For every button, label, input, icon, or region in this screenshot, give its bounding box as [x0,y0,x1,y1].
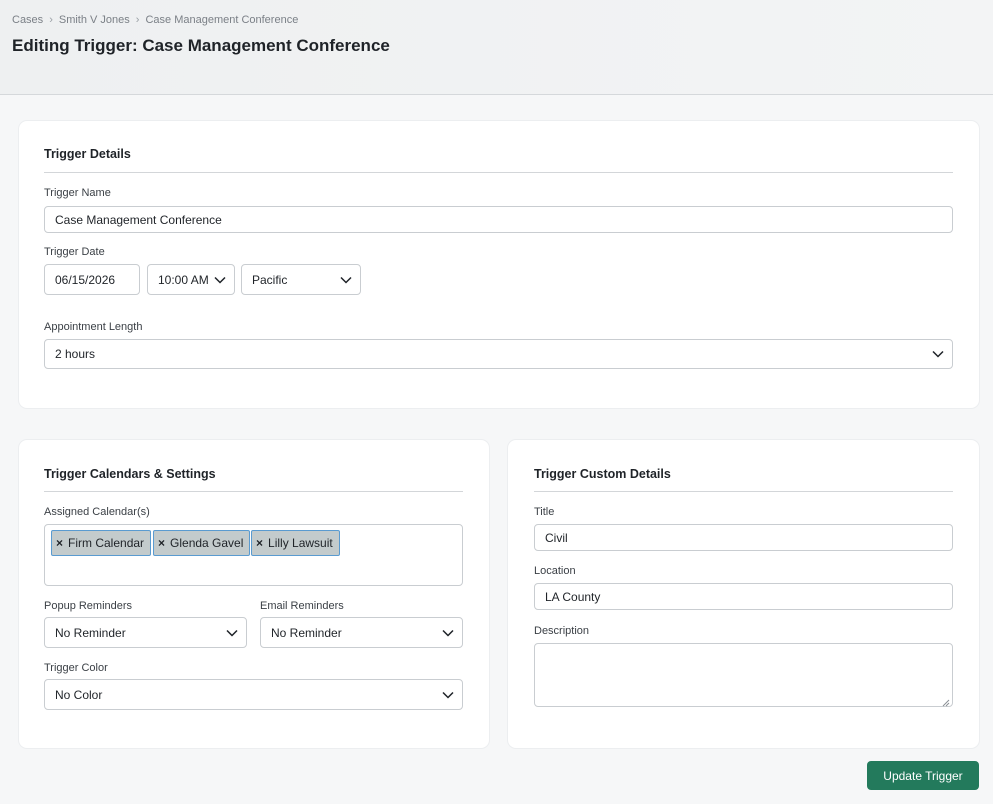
breadcrumb-item-current: Case Management Conference [145,14,299,26]
description-label: Description [534,625,590,637]
trigger-date-input[interactable]: 06/15/2026 [44,264,140,295]
trigger-name-label: Trigger Name [44,187,111,199]
close-icon[interactable]: × [256,536,263,550]
location-value: LA County [545,589,601,604]
page-header: Cases › Smith V Jones › Case Management … [0,0,993,95]
breadcrumb-separator: › [49,14,53,26]
card-title: Trigger Calendars & Settings [44,467,216,481]
trigger-details-card: Trigger Details Trigger Name Case Manage… [19,121,979,408]
trigger-time-value: 10:00 AM [158,272,209,287]
page-title: Editing Trigger: Case Management Confere… [12,36,390,55]
description-textarea[interactable] [534,643,953,707]
title-label: Title [534,506,555,518]
calendar-tag: × Lilly Lawsuit [251,530,340,556]
chevron-down-icon [224,618,240,647]
update-trigger-button[interactable]: Update Trigger [867,761,979,790]
breadcrumb: Cases › Smith V Jones › Case Management … [12,14,298,26]
assigned-calendars-label: Assigned Calendar(s) [44,506,150,518]
calendar-tag-label: Glenda Gavel [170,536,244,550]
resize-handle-icon[interactable] [942,696,950,707]
trigger-date-value: 06/15/2026 [55,272,116,287]
close-icon[interactable]: × [56,536,63,550]
trigger-name-input[interactable]: Case Management Conference [44,206,953,233]
title-input[interactable]: Civil [534,524,953,551]
custom-details-card: Trigger Custom Details Title Civil Locat… [508,440,979,748]
divider [44,491,463,492]
chevron-down-icon [930,340,946,368]
calendar-tag-label: Firm Calendar [68,536,145,550]
trigger-color-select[interactable]: No Color [44,679,463,710]
popup-reminders-select[interactable]: No Reminder [44,617,247,648]
close-icon[interactable]: × [158,536,165,550]
chevron-down-icon [440,618,456,647]
divider [534,491,953,492]
breadcrumb-item-cases[interactable]: Cases [12,14,43,26]
trigger-timezone-value: Pacific [252,272,288,287]
appointment-length-value: 2 hours [55,347,96,361]
trigger-date-label: Trigger Date [44,246,105,258]
calendar-tag: × Firm Calendar [51,530,152,556]
location-label: Location [534,565,576,577]
chevron-down-icon [338,265,354,294]
calendars-settings-card: Trigger Calendars & Settings Assigned Ca… [19,440,489,748]
trigger-color-value: No Color [55,687,103,702]
card-title: Trigger Custom Details [534,467,671,481]
popup-reminders-value: No Reminder [55,625,126,640]
email-reminders-label: Email Reminders [260,600,344,612]
appointment-length-label: Appointment Length [44,321,143,333]
card-title: Trigger Details [44,147,131,161]
email-reminders-select[interactable]: No Reminder [260,617,463,648]
chevron-down-icon [212,265,228,294]
chevron-down-icon [440,680,456,709]
trigger-timezone-select[interactable]: Pacific [241,264,361,295]
location-input[interactable]: LA County [534,583,953,610]
breadcrumb-item-case[interactable]: Smith V Jones [59,14,130,26]
assigned-calendars-multiselect[interactable]: × Firm Calendar × Glenda Gavel × Lilly L… [44,524,463,586]
trigger-time-select[interactable]: 10:00 AM [147,264,235,295]
calendar-tag: × Glenda Gavel [153,530,251,556]
email-reminders-value: No Reminder [271,625,342,640]
appointment-length-select[interactable]: 2 hours [44,339,953,369]
trigger-name-value: Case Management Conference [55,212,222,227]
breadcrumb-separator: › [135,14,140,26]
trigger-color-label: Trigger Color [44,662,108,674]
calendar-tag-label: Lilly Lawsuit [268,536,333,550]
popup-reminders-label: Popup Reminders [44,600,133,612]
divider [44,172,953,173]
title-value: Civil [545,530,568,545]
